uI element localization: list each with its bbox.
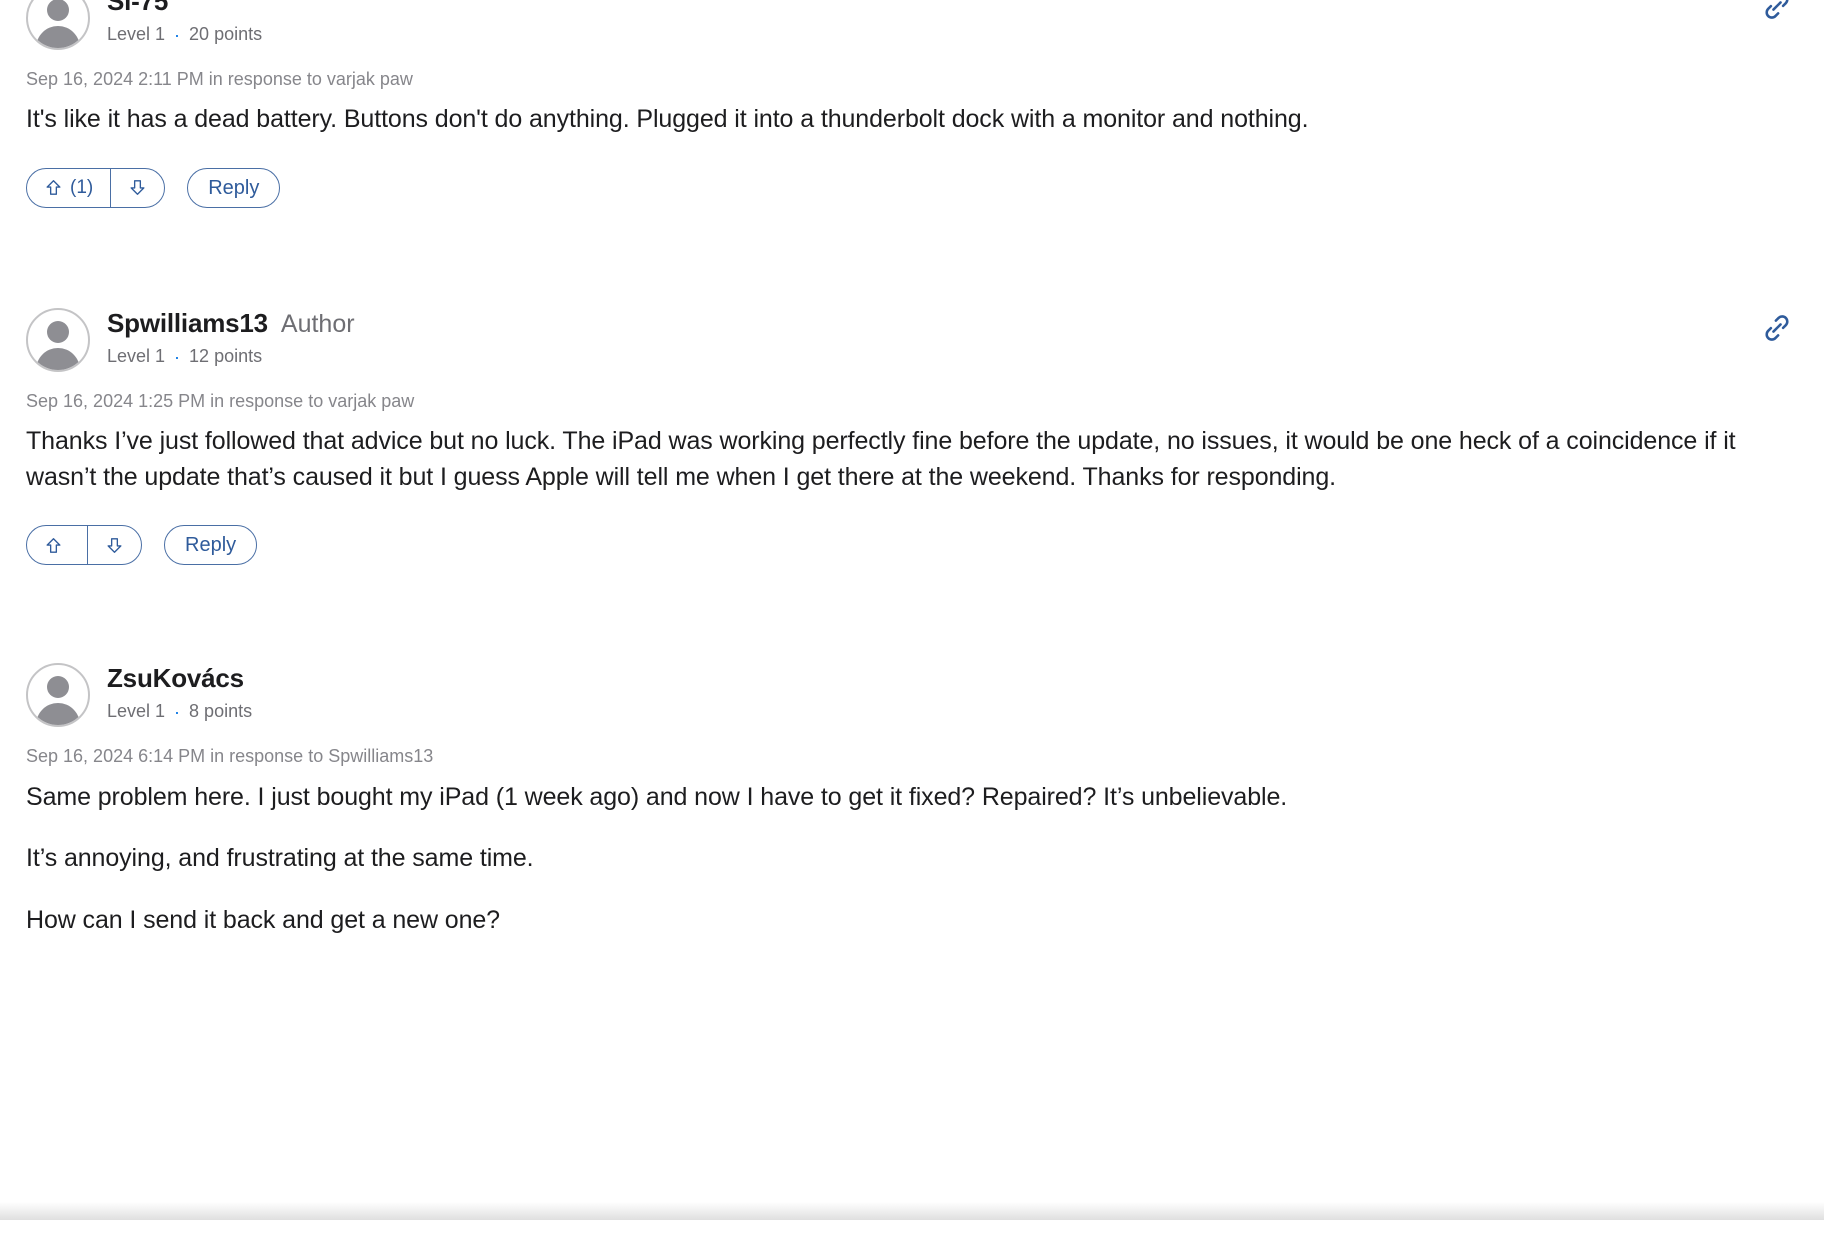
user-avatar-placeholder-icon bbox=[26, 307, 90, 372]
comment-item: Spwilliams13 Author Level 1 · 12 points … bbox=[26, 307, 1798, 566]
upvote-button[interactable] bbox=[27, 526, 87, 564]
comment-paragraph: It’s annoying, and frustrating at the sa… bbox=[26, 844, 534, 873]
avatar-body-shape bbox=[36, 26, 80, 48]
chain-link-icon bbox=[1765, 315, 1789, 341]
avatar-head-shape bbox=[47, 320, 69, 343]
upvote-arrow-icon bbox=[46, 537, 61, 553]
copy-link-button[interactable] bbox=[1760, 311, 1794, 345]
username[interactable]: Si-75 bbox=[107, 0, 168, 17]
user-avatar-placeholder-icon bbox=[26, 0, 90, 50]
comment-item: Si-75 Level 1 · 20 points Sep 16, 2024 2… bbox=[26, 0, 1798, 208]
user-meta: Level 1 · 20 points bbox=[107, 24, 262, 46]
downvote-button[interactable] bbox=[87, 526, 141, 565]
user-points: 8 points bbox=[189, 701, 253, 722]
user-points: 20 points bbox=[189, 23, 263, 44]
comment-header: Si-75 Level 1 · 20 points bbox=[26, 0, 1798, 50]
comment-paragraph: Thanks I’ve just followed that advice bu… bbox=[26, 427, 1736, 491]
avatar-body-shape bbox=[36, 347, 80, 370]
vote-group bbox=[26, 525, 142, 566]
meta-separator-dot: · bbox=[174, 701, 181, 722]
comment-actions: (1) Reply bbox=[26, 0, 1798, 208]
user-level: Level 1 bbox=[107, 345, 166, 366]
comment-actions: Reply bbox=[26, 315, 1798, 566]
meta-separator-dot: · bbox=[174, 24, 181, 45]
upvote-count: (1) bbox=[70, 177, 94, 199]
user-identity: ZsuKovács Level 1 · 8 points bbox=[107, 663, 252, 722]
reply-button[interactable]: Reply bbox=[164, 525, 258, 566]
comment-timestamp: Sep 16, 2024 2:11 PM in response to varj… bbox=[26, 69, 413, 89]
downvote-button[interactable] bbox=[110, 168, 164, 207]
comment-body: Same problem here. I just bought my iPad… bbox=[26, 780, 1798, 939]
upvote-button[interactable]: (1) bbox=[27, 169, 110, 207]
user-avatar-placeholder-icon bbox=[26, 663, 90, 728]
comment-thread-page: Si-75 Level 1 · 20 points Sep 16, 2024 2… bbox=[0, 0, 1824, 1220]
comment-divider-space bbox=[26, 565, 1798, 663]
comment-paragraph: Same problem here. I just bought my iPad… bbox=[26, 782, 1288, 811]
downvote-arrow-icon bbox=[130, 180, 145, 196]
reply-button[interactable]: Reply bbox=[187, 167, 281, 208]
author-badge: Author bbox=[280, 309, 355, 338]
user-points: 12 points bbox=[189, 345, 263, 366]
comment-header: Spwilliams13 Author Level 1 · 12 points bbox=[26, 307, 1798, 372]
name-row: ZsuKovács bbox=[107, 663, 252, 694]
vote-group: (1) bbox=[26, 167, 166, 208]
chain-link-icon bbox=[1765, 0, 1789, 19]
comment-header: ZsuKovács Level 1 · 8 points bbox=[26, 663, 1798, 728]
username[interactable]: ZsuKovács bbox=[107, 663, 244, 694]
comment-paragraph: How can I send it back and get a new one… bbox=[26, 905, 500, 934]
downvote-arrow-icon bbox=[107, 537, 122, 553]
upvote-arrow-icon bbox=[46, 180, 61, 196]
user-level: Level 1 bbox=[107, 23, 166, 44]
bottom-fade-overlay bbox=[0, 1202, 1824, 1220]
user-identity: Si-75 Level 1 · 20 points bbox=[107, 0, 262, 45]
comment-paragraph: It's like it has a dead battery. Buttons… bbox=[26, 105, 1309, 134]
comment-item: ZsuKovács Level 1 · 8 points Sep 16, 202… bbox=[26, 663, 1798, 938]
user-level: Level 1 bbox=[107, 701, 166, 722]
comment-timestamp: Sep 16, 2024 6:14 PM in response to Spwi… bbox=[26, 746, 434, 767]
name-row: Si-75 bbox=[107, 0, 262, 17]
meta-separator-dot: · bbox=[174, 346, 181, 367]
comment-body: It's like it has a dead battery. Buttons… bbox=[26, 102, 1798, 138]
avatar-head-shape bbox=[47, 676, 69, 699]
comment-timestamp: Sep 16, 2024 1:25 PM in response to varj… bbox=[26, 390, 415, 411]
user-meta: Level 1 · 12 points bbox=[107, 346, 355, 368]
comment-divider-space bbox=[26, 208, 1798, 308]
name-row: Spwilliams13 Author bbox=[107, 308, 355, 339]
user-identity: Spwilliams13 Author Level 1 · 12 points bbox=[107, 308, 355, 367]
comment-body: Thanks I’ve just followed that advice bu… bbox=[26, 424, 1798, 495]
user-meta: Level 1 · 8 points bbox=[107, 701, 252, 723]
avatar-head-shape bbox=[47, 0, 69, 21]
username[interactable]: Spwilliams13 bbox=[107, 308, 268, 339]
avatar-body-shape bbox=[36, 703, 80, 726]
copy-link-button[interactable] bbox=[1760, 0, 1794, 23]
